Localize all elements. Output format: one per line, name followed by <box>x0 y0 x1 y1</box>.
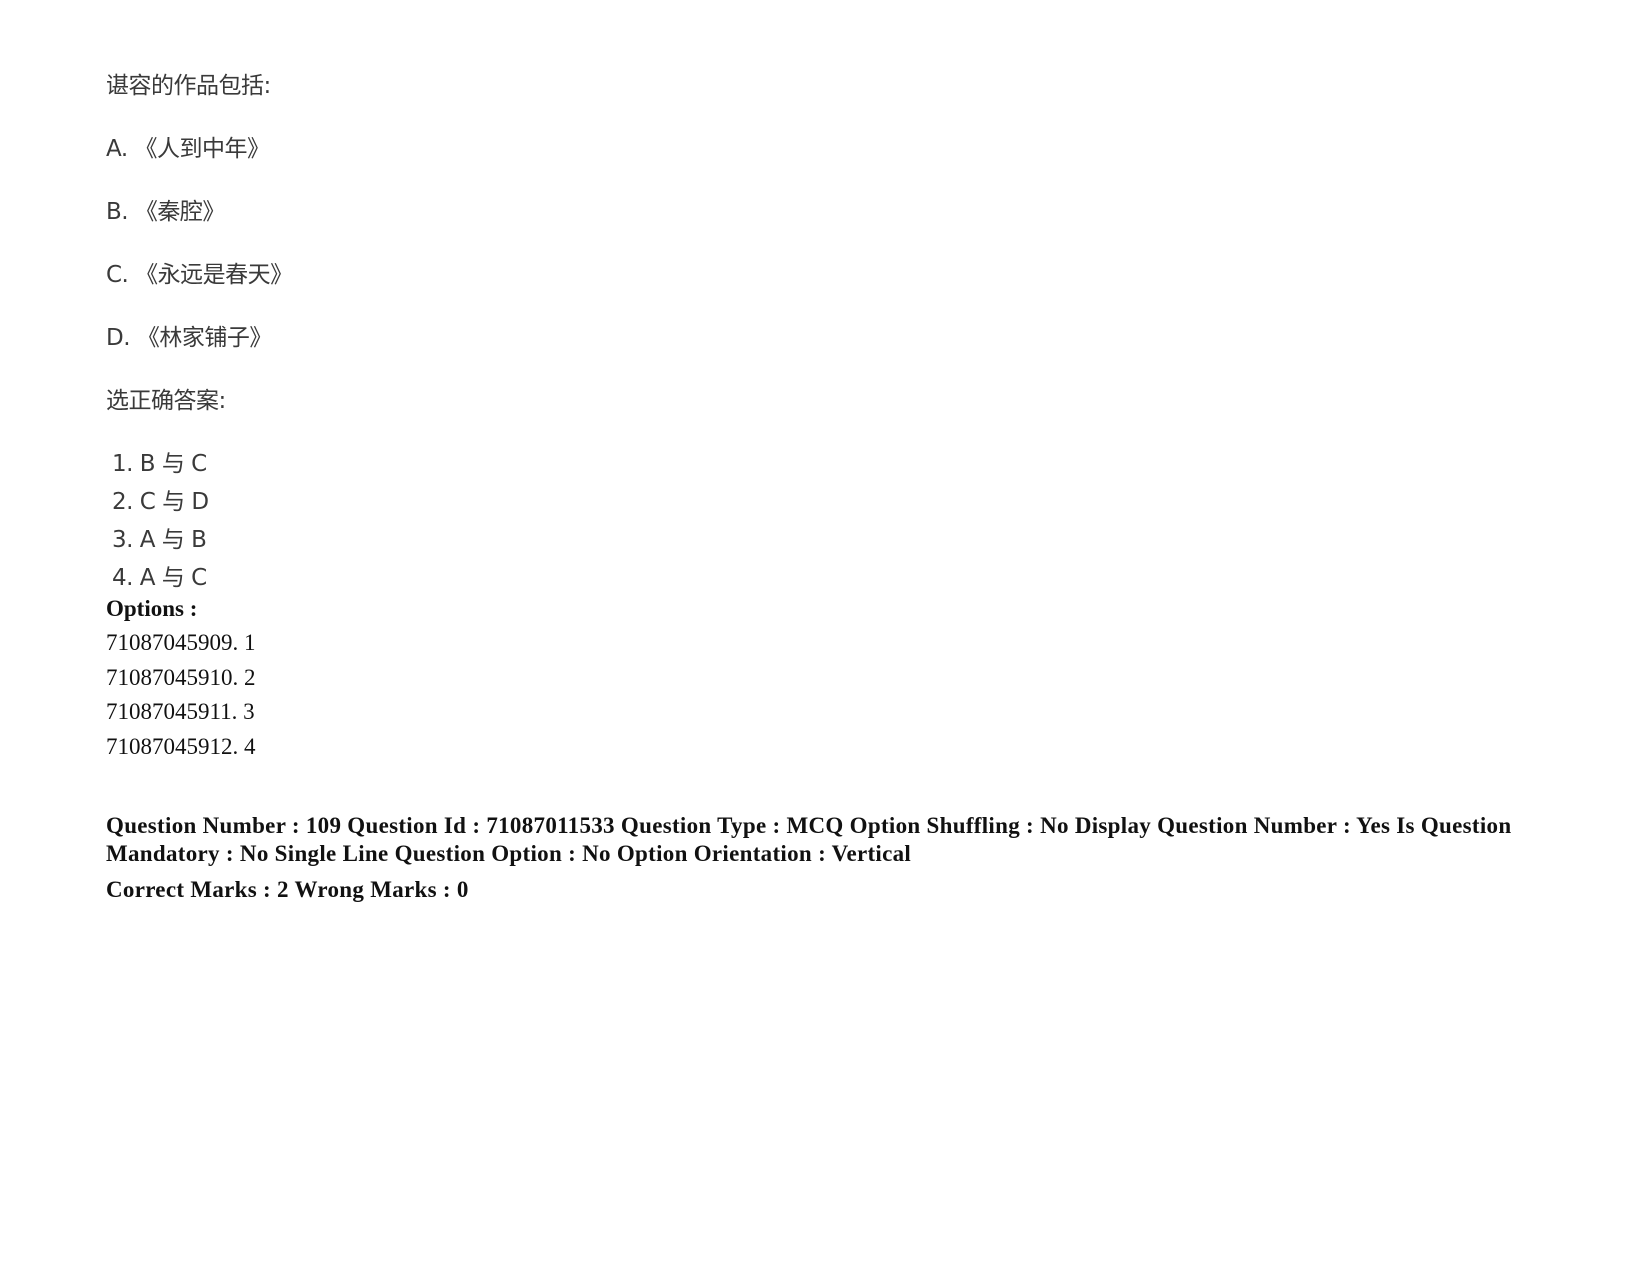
answer-choice-2: 2. C 与 D <box>112 489 209 515</box>
statement-a: A. 《人到中年》 <box>106 136 270 162</box>
question-meta: Question Number : 109 Question Id : 7108… <box>106 813 1512 866</box>
answer-choice-3: 3. A 与 B <box>112 527 207 553</box>
option-id-3: 71087045911. 3 <box>106 699 255 724</box>
answer-prompt: 选正确答案: <box>106 388 226 414</box>
options-label: Options : <box>106 596 198 621</box>
option-id-1: 71087045909. 1 <box>106 630 256 655</box>
answer-choice-1: 1. B 与 C <box>112 451 207 477</box>
option-id-4: 71087045912. 4 <box>106 734 256 759</box>
question-marks: Correct Marks : 2 Wrong Marks : 0 <box>106 877 469 902</box>
answer-choice-4: 4. A 与 C <box>112 565 207 591</box>
statement-c: C. 《永远是春天》 <box>106 262 293 288</box>
statement-b: B. 《秦腔》 <box>106 199 225 225</box>
option-id-2: 71087045910. 2 <box>106 665 256 690</box>
question-stem: 谌容的作品包括: <box>106 73 271 99</box>
statement-d: D. 《林家铺子》 <box>106 325 272 351</box>
